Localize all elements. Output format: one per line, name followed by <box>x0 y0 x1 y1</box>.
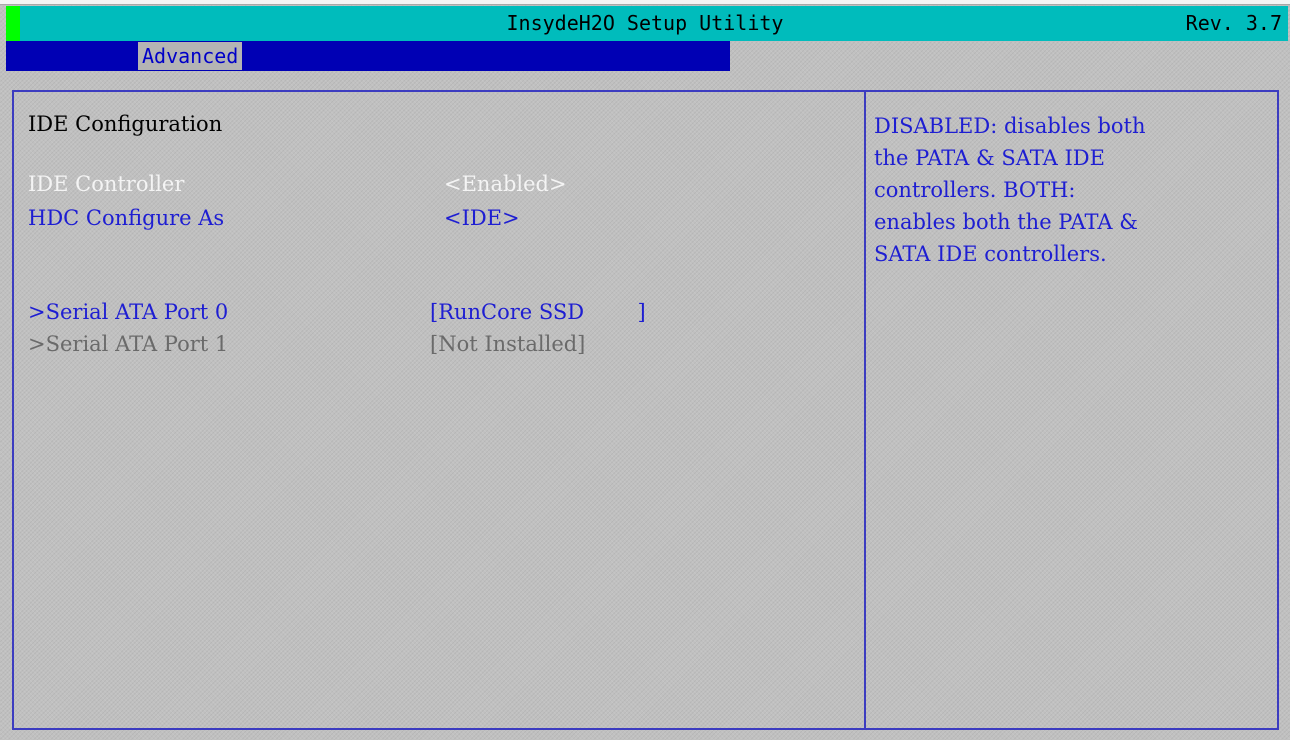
title-bar: InsydeH2O Setup Utility Rev. 3.7 <box>6 6 1288 41</box>
setting-label: IDE Controller <box>28 172 185 196</box>
page-title: IDE Configuration <box>28 112 223 136</box>
port-device-value: [RunCore SSD ] <box>430 300 646 324</box>
app-title: InsydeH2O Setup Utility <box>506 11 784 35</box>
setting-value[interactable]: <IDE> <box>444 206 520 230</box>
window-top-edge <box>0 0 1290 5</box>
setting-hdc-configure-as[interactable]: HDC Configure As <IDE> <box>28 206 520 302</box>
bios-screen: InsydeH2O Setup Utility Rev. 3.7 Advance… <box>0 0 1290 740</box>
tab-advanced[interactable]: Advanced <box>138 42 243 70</box>
panel-divider <box>864 92 866 728</box>
help-text: DISABLED: disables both the PATA & SATA … <box>874 114 1146 266</box>
setup-panel: IDE Configuration IDE Controller <Enable… <box>12 90 1279 730</box>
setting-value[interactable]: <Enabled> <box>444 172 567 196</box>
submenu-serial-ata-port-1[interactable]: >Serial ATA Port 1 [Not Installed] <box>28 332 585 428</box>
submenu-label: >Serial ATA Port 0 <box>28 300 229 324</box>
menu-bar: Advanced <box>6 41 730 71</box>
port-device-value: [Not Installed] <box>430 332 586 356</box>
submenu-label: >Serial ATA Port 1 <box>28 332 229 356</box>
revision-label: Rev. 3.7 <box>1185 11 1282 35</box>
setting-label: HDC Configure As <box>28 206 225 230</box>
